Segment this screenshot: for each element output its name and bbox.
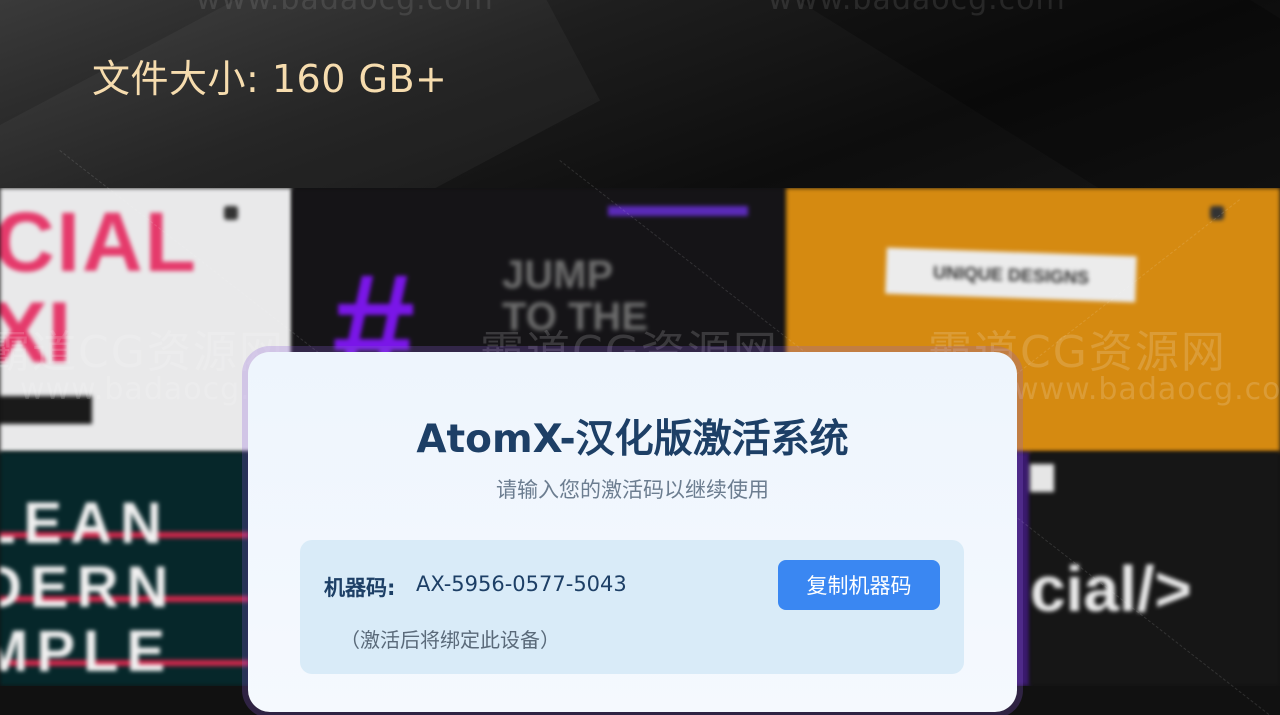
file-size-label: 文件大小: 160 GB+ bbox=[92, 57, 448, 101]
header-banner: www.badaocg.com www.badaocg.com 文件大小: 16… bbox=[0, 0, 1280, 188]
dialog-title: AtomX-汉化版激活系统 bbox=[416, 417, 849, 462]
tile-text: UNIQUE DESIGNS bbox=[932, 262, 1090, 288]
tile-text-line: MPLE bbox=[0, 619, 174, 684]
tile-text-line: DERN bbox=[0, 555, 177, 620]
watermark-url: www.badaocg.com bbox=[768, 0, 1066, 17]
tile-text-line: LEAN bbox=[0, 491, 170, 556]
header-shade bbox=[801, 0, 1280, 188]
tile-text: CIAL bbox=[0, 195, 198, 289]
machine-code-label: 机器码: bbox=[324, 576, 396, 600]
machine-code-panel: 机器码: AX-5956-0577-5043 复制机器码 （激活后将绑定此设备） bbox=[300, 540, 964, 674]
watermark-site-name: 霸道CG资源网 bbox=[0, 327, 285, 378]
tile-ribbon: UNIQUE DESIGNS bbox=[885, 247, 1137, 303]
tile-text: cial/> bbox=[1030, 553, 1192, 625]
machine-code-value[interactable]: AX-5956-0577-5043 bbox=[416, 572, 627, 596]
dialog-subtitle: 请输入您的激活码以继续使用 bbox=[496, 478, 769, 502]
copy-machine-code-button[interactable]: 复制机器码 bbox=[778, 560, 940, 610]
activation-dialog: AtomX-汉化版激活系统 请输入您的激活码以继续使用 机器码: AX-5956… bbox=[248, 352, 1017, 712]
watermark-url: www.badaocg.com bbox=[196, 0, 494, 17]
tile-text: LEAN DERN MPLE bbox=[0, 492, 176, 684]
watermark-url: www.badaocg.com bbox=[1014, 372, 1280, 407]
device-binding-note: （激活后将绑定此设备） bbox=[340, 628, 560, 652]
tile-square bbox=[1030, 464, 1054, 492]
tile-dot bbox=[224, 206, 238, 220]
preview-tile: LEAN DERN MPLE bbox=[0, 452, 250, 686]
tile-text-line: JUMP bbox=[502, 253, 614, 297]
preview-tile: cial/> bbox=[1030, 452, 1280, 686]
